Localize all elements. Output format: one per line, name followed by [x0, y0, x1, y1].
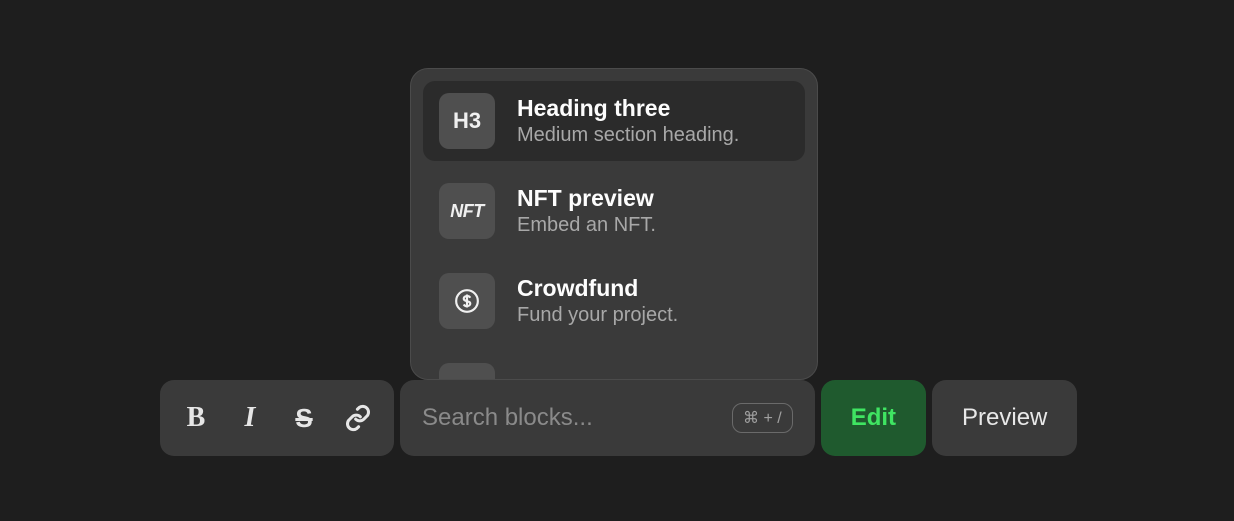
block-picker-popup: H3 Heading three Medium section heading.…: [410, 68, 818, 380]
strikethrough-button[interactable]: S: [286, 398, 322, 438]
image-icon: [439, 363, 495, 380]
edit-label: Edit: [851, 404, 896, 432]
block-item-title: Crowdfund: [517, 275, 678, 302]
block-item-desc: Medium section heading.: [517, 124, 739, 147]
nft-icon: NFT: [439, 183, 495, 239]
block-item-heading-three[interactable]: H3 Heading three Medium section heading.: [423, 81, 805, 161]
search-segment: ⌘ + /: [400, 380, 815, 456]
block-item-desc: Embed an NFT.: [517, 214, 656, 237]
edit-tab[interactable]: Edit: [821, 380, 926, 456]
format-segment: B I S: [160, 380, 394, 456]
editor-toolbar: B I S ⌘ + / Edit Preview: [160, 380, 1075, 456]
block-item-desc: Fund your project.: [517, 304, 678, 327]
block-item-crowdfund[interactable]: Crowdfund Fund your project.: [423, 261, 805, 341]
block-item-image[interactable]: Image: [423, 351, 805, 380]
block-item-title: NFT preview: [517, 185, 656, 212]
block-item-nft-preview[interactable]: NFT NFT preview Embed an NFT.: [423, 171, 805, 251]
block-search-input[interactable]: [422, 404, 732, 432]
block-item-title: Heading three: [517, 95, 739, 122]
link-button[interactable]: [340, 398, 376, 438]
keyboard-hint: ⌘ + /: [732, 403, 793, 433]
dollar-icon: [439, 273, 495, 329]
bold-button[interactable]: B: [178, 398, 214, 438]
italic-button[interactable]: I: [232, 398, 268, 438]
preview-tab[interactable]: Preview: [932, 380, 1077, 456]
preview-label: Preview: [962, 404, 1047, 432]
heading3-icon: H3: [439, 93, 495, 149]
